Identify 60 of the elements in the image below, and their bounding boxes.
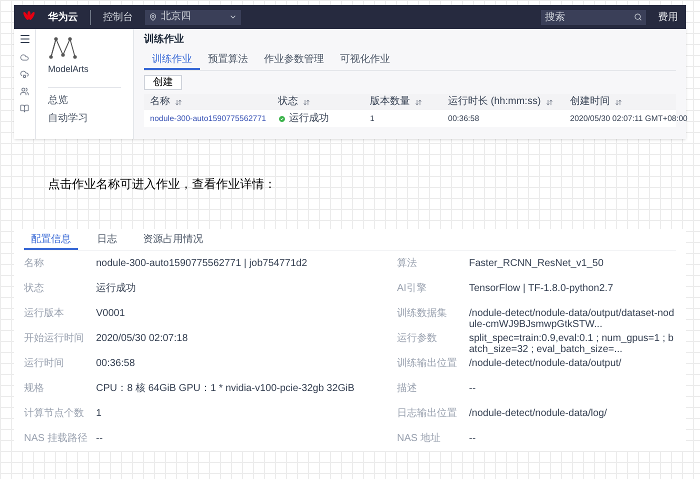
field-value: -- xyxy=(469,383,476,394)
field-label: 运行时间 xyxy=(24,358,65,370)
status-text: 运行成功 xyxy=(289,112,329,126)
sidebar-item[interactable]: 自动学习 xyxy=(48,114,121,124)
field-value: V0001 xyxy=(96,308,125,319)
field-value: 2020/05/30 02:07:18 xyxy=(96,333,188,344)
column-header: 版本数量 xyxy=(370,97,410,107)
table-cell-text: 00:36:58 xyxy=(448,112,480,124)
field-value: 1 xyxy=(96,408,102,419)
tab[interactable]: 作业参数管理 xyxy=(256,55,332,70)
search-field[interactable]: 搜索 xyxy=(541,10,646,24)
tab[interactable]: 资源占用情况 xyxy=(136,235,210,250)
brand-name: 华为云 xyxy=(48,10,78,24)
field-value: CPU：8 核 64GiB GPU：1 * nvidia-v100-pcie-32gb 32GiB xyxy=(96,383,354,394)
field-value: -- xyxy=(469,433,476,444)
field-label: NAS 地址 xyxy=(397,433,442,445)
field-value: -- xyxy=(96,433,103,444)
product-name: ModelArts xyxy=(48,63,121,88)
column-header: 名称 xyxy=(150,97,170,107)
table-cell-text: 1 xyxy=(370,112,376,124)
field-label: 名称 xyxy=(24,258,45,270)
field-label: 规格 xyxy=(24,383,45,395)
field-value: 运行成功 xyxy=(96,283,136,294)
tab[interactable]: 可视化作业 xyxy=(332,55,398,70)
sidebar-item[interactable]: 总览 xyxy=(48,96,121,106)
field-label: 算法 xyxy=(397,258,418,270)
field-label: 描述 xyxy=(397,383,418,395)
page-title: 训练作业 xyxy=(144,35,185,45)
field-label: 状态 xyxy=(24,283,45,295)
field-label: 训练数据集 xyxy=(397,308,448,320)
field-value: split_spec=train:0.9,eval:0.1 ; num_gpus=1 ; batch_size=32 ; eval_batch_size=... xyxy=(469,333,675,355)
tab[interactable]: 配置信息 xyxy=(24,235,78,250)
column-header: 创建时间 xyxy=(570,97,610,107)
field-value: Faster_RCNN_ResNet_v1_50 xyxy=(469,258,604,269)
region-select[interactable]: 北京四 xyxy=(145,10,241,24)
field-value: nodule-300-auto1590775562771 | job754771d2 xyxy=(96,258,308,269)
instruction-text: 点击作业名称可进入作业，查看作业详情： xyxy=(48,176,276,193)
field-label: 开始运行时间 xyxy=(24,333,85,345)
field-label: 日志输出位置 xyxy=(397,408,458,420)
field-value: 00:36:58 xyxy=(96,358,135,369)
field-label: 运行版本 xyxy=(24,308,65,320)
field-value: TensorFlow | TF-1.8.0-python2.7 xyxy=(469,283,614,294)
field-label: 计算节点个数 xyxy=(24,408,85,420)
column-header: 状态 xyxy=(278,97,298,107)
field-label: NAS 挂载路径 xyxy=(24,433,88,445)
field-label: 运行参数 xyxy=(397,333,438,345)
tab[interactable]: 日志 xyxy=(90,235,124,250)
field-value: /nodule-detect/nodule-data/log/ xyxy=(469,408,607,419)
field-value: /nodule-detect/nodule-data/output/ xyxy=(469,358,622,369)
field-label: 训练输出位置 xyxy=(397,358,458,370)
column-header: 运行时长 (hh:mm:ss) xyxy=(448,97,541,107)
table-cell: 2020/05/30 02:07:11 GMT+08:00 xyxy=(570,112,688,124)
create-button[interactable]: 创建 xyxy=(144,75,182,90)
job-name-link[interactable]: nodule-300-auto1590775562771 xyxy=(150,112,266,124)
field-value: /nodule-detect/nodule-data/output/dataset-nodule-cmWJ9BJsmwpGtkSTW... xyxy=(469,308,676,330)
console-link[interactable]: 控制台 xyxy=(90,10,133,24)
field-label: AI引擎 xyxy=(397,283,428,295)
tab[interactable]: 预置算法 xyxy=(200,55,256,70)
tab[interactable]: 训练作业 xyxy=(144,55,200,70)
fees-link[interactable]: 费用 xyxy=(658,10,678,24)
